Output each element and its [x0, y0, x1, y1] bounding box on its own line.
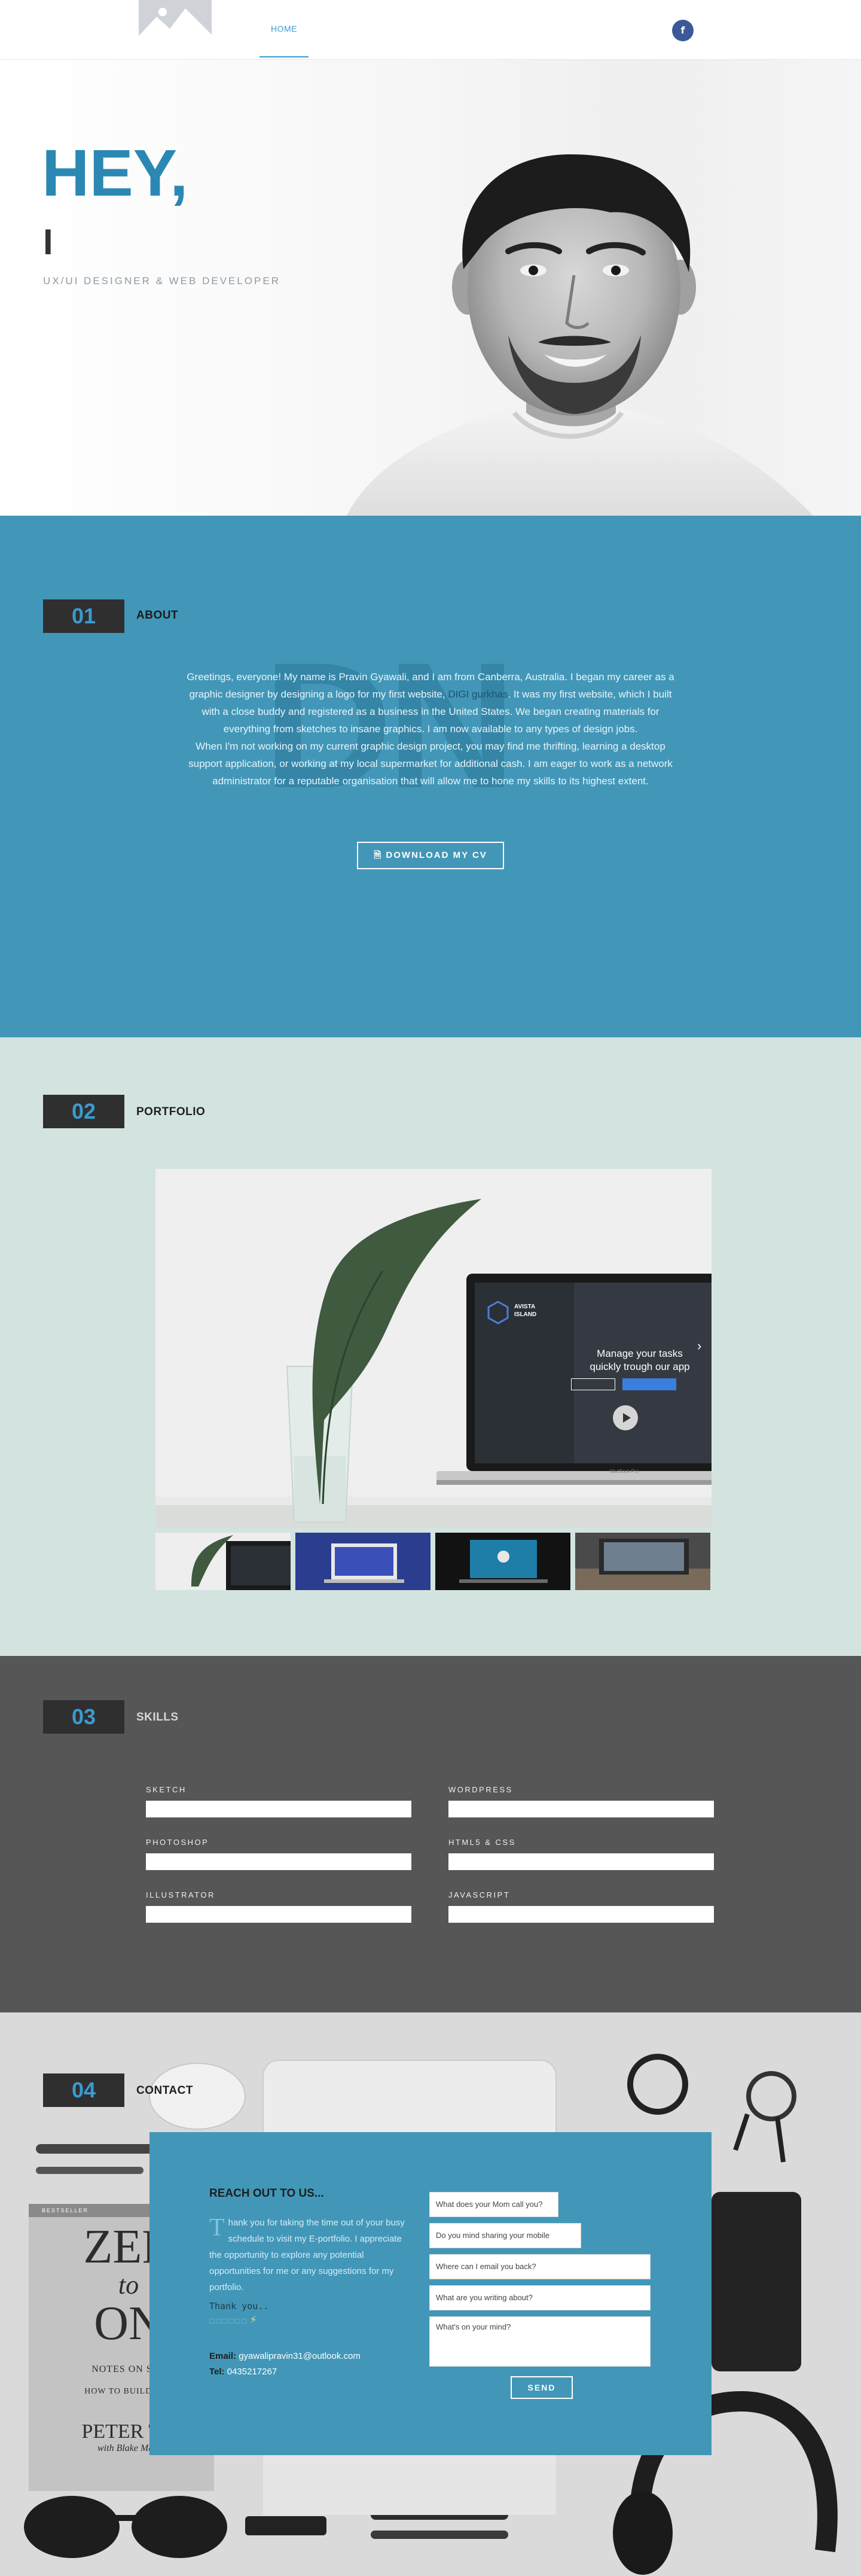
phone-value: 0435217267	[227, 2367, 277, 2377]
download-cv-button[interactable]: 🗎 DOWNLOAD MY CV	[357, 842, 504, 869]
skill-label: PHOTOSHOP	[146, 1838, 209, 1847]
laptop-screen-button-outline	[571, 1378, 615, 1390]
laptop-headline: Manage your tasks quickly trough our app	[568, 1347, 712, 1374]
site-header: HOME f	[0, 0, 861, 60]
skill-photoshop: PHOTOSHOP	[146, 1838, 411, 1870]
skill-sketch: SKETCH	[146, 1785, 411, 1817]
skill-progress-bar	[146, 1853, 411, 1870]
play-icon[interactable]	[613, 1405, 638, 1430]
skill-progress-fill	[146, 1906, 411, 1923]
skills-section: 03 SKILLS SKETCH WORDPRESS PHOTOSHOP HTM…	[0, 1656, 861, 2012]
skill-progress-fill	[146, 1853, 411, 1870]
skill-progress-fill	[448, 1801, 714, 1817]
contact-card: REACH OUT TO US... Thank you for taking …	[149, 2132, 712, 2455]
laptop-screen-button-filled	[622, 1378, 676, 1390]
subject-field[interactable]: What are you writing about?	[429, 2285, 651, 2310]
skill-label: JAVASCRIPT	[448, 1890, 511, 1899]
contact-card-title: REACH OUT TO US...	[209, 2187, 324, 2200]
contact-message-body: hank you for taking the time out of your…	[209, 2218, 405, 2292]
contact-message-text: Thank you for taking the time out of you…	[209, 2215, 407, 2295]
thank-you-text: Thank you..	[209, 2301, 269, 2312]
thumbnail-2[interactable]	[295, 1533, 430, 1590]
portfolio-section-title: PORTFOLIO	[136, 1106, 206, 1118]
skill-label: HTML5 & CSS	[448, 1838, 516, 1847]
skill-wordpress: WORDPRESS	[448, 1785, 714, 1817]
skill-progress-bar	[448, 1801, 714, 1817]
about-text: Greetings, everyone! My name is Pravin G…	[179, 668, 682, 790]
nav-home-link[interactable]: HOME	[259, 0, 309, 57]
email-value: gyawalipravin31@outlook.com	[239, 2351, 361, 2361]
skill-illustrator: ILLUSTRATOR	[146, 1890, 411, 1923]
about-paragraph-1: Greetings, everyone! My name is Pravin G…	[179, 668, 682, 738]
chevron-right-icon[interactable]: ›	[697, 1338, 701, 1354]
laptop-headline-line2: quickly trough our app	[590, 1361, 690, 1372]
contact-phone: Tel: 0435217267	[209, 2367, 277, 2377]
name-field[interactable]: What does your Mom call you?	[429, 2192, 558, 2217]
skill-label: ILLUSTRATOR	[146, 1890, 215, 1899]
skill-progress-bar	[448, 1906, 714, 1923]
skill-progress-bar	[146, 1906, 411, 1923]
portfolio-thumbnails	[155, 1533, 712, 1590]
facebook-icon[interactable]: f	[672, 20, 694, 41]
laptop-model-label: MacBook Pro	[610, 1469, 639, 1474]
skill-progress-fill	[146, 1801, 411, 1817]
avista-logo-icon	[486, 1301, 510, 1327]
skill-label: WORDPRESS	[448, 1785, 513, 1794]
laptop-headline-line1: Manage your tasks	[597, 1348, 683, 1359]
about-section-title: ABOUT	[136, 609, 179, 622]
message-textarea[interactable]: What's on your mind?	[429, 2316, 651, 2367]
portfolio-main-image[interactable]: AVISTA ISLAND Manage your tasks quickly …	[155, 1169, 712, 1528]
skills-section-title: SKILLS	[136, 1711, 179, 1724]
thumbnail-4[interactable]	[575, 1533, 710, 1590]
mountain-icon	[139, 0, 212, 48]
contact-email: Email: gyawalipravin31@outlook.com	[209, 2351, 361, 2361]
hero-typed-text: I	[43, 222, 53, 262]
thumbnail-1[interactable]	[155, 1533, 291, 1590]
send-button[interactable]: SEND	[511, 2376, 573, 2399]
thumbnail-3[interactable]	[435, 1533, 570, 1590]
decorative-dots: □□□□□□	[209, 2316, 249, 2325]
email-label: Email:	[209, 2351, 237, 2361]
contact-section-number: 04	[43, 2073, 124, 2107]
skill-label: SKETCH	[146, 1785, 187, 1794]
drop-cap: T	[209, 2214, 225, 2242]
site-logo[interactable]	[139, 0, 212, 48]
lightning-icon: ⚡	[250, 2315, 257, 2325]
skill-progress-bar	[146, 1801, 411, 1817]
hero-subtitle: UX/UI DESIGNER & WEB DEVELOPER	[43, 275, 281, 287]
skill-progress-fill	[448, 1906, 714, 1923]
skill-javascript: JAVASCRIPT	[448, 1890, 714, 1923]
portfolio-section: 02 PORTFOLIO AVISTA ISLAND Manage your t…	[0, 1037, 861, 1656]
digi-gurkhas-link[interactable]: DIGI gurkhas	[448, 689, 508, 700]
hero-section: HEY, I UX/UI DESIGNER & WEB DEVELOPER	[0, 60, 861, 516]
download-cv-label: DOWNLOAD MY CV	[386, 850, 487, 860]
skill-html5-css: HTML5 & CSS	[448, 1838, 714, 1870]
phone-label: Tel:	[209, 2367, 225, 2377]
hero-title: HEY,	[42, 136, 188, 210]
contact-section: ZER to ON NOTES ON STA HOW TO BUILD THE …	[0, 2012, 861, 2576]
book-spine-label: BESTSELLER	[42, 2207, 89, 2213]
profile-photo	[347, 154, 813, 516]
skill-progress-fill	[448, 1853, 714, 1870]
skill-progress-bar	[448, 1853, 714, 1870]
document-icon: 🗎	[374, 850, 383, 860]
contact-section-title: CONTACT	[136, 2084, 193, 2097]
phone-field[interactable]: Do you mind sharing your mobile number?	[429, 2223, 581, 2264]
skills-section-number: 03	[43, 1700, 124, 1734]
email-field[interactable]: Where can I email you back?	[429, 2254, 651, 2279]
about-section-number: 01	[43, 599, 124, 633]
laptop-brand: AVISTA ISLAND	[514, 1304, 537, 1318]
portfolio-section-number: 02	[43, 1095, 124, 1128]
about-section: DN 01 ABOUT Greetings, everyone! My name…	[0, 516, 861, 1037]
about-paragraph-2: When I'm not working on my current graph…	[188, 741, 673, 787]
